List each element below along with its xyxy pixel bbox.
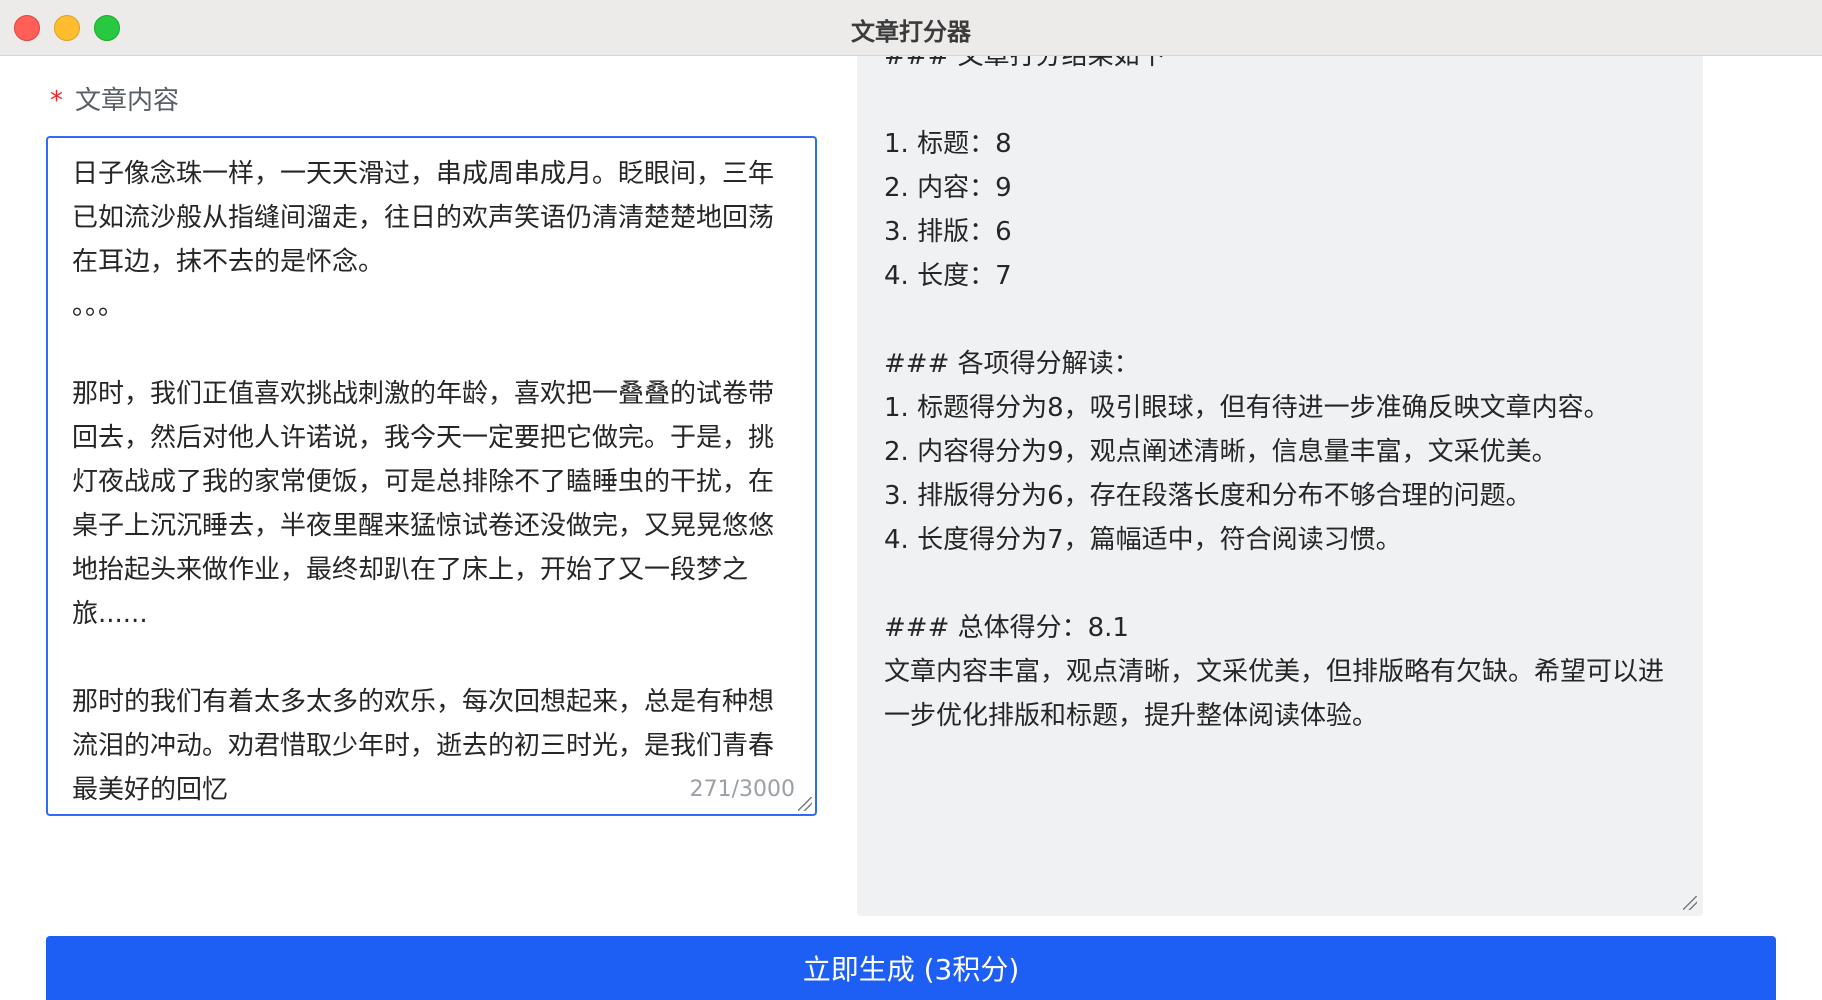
result-output-panel[interactable]: ### 文章打分结果如下 1. 标题：8 2. 内容：9 3. 排版：6 4. … <box>857 56 1703 916</box>
article-text[interactable]: 日子像念珠一样，一天天滑过，串成周串成月。眨眼间，三年已如流沙般从指缝间溜走，往… <box>72 152 791 812</box>
required-marker: * <box>50 86 63 116</box>
generate-button[interactable]: 立即生成 (3积分) <box>46 936 1776 1000</box>
app-window: 文章打分器 * 文章内容 日子像念珠一样，一天天滑过，串成周串成月。眨眼间，三年已… <box>0 0 1822 1000</box>
resize-handle-icon[interactable] <box>1683 896 1697 910</box>
char-counter: 271/3000 <box>689 777 795 802</box>
result-text: ### 文章打分结果如下 1. 标题：8 2. 内容：9 3. 排版：6 4. … <box>884 56 1665 731</box>
article-content-label: * 文章内容 <box>50 80 179 117</box>
article-textarea[interactable]: 日子像念珠一样，一天天滑过，串成周串成月。眨眼间，三年已如流沙般从指缝间溜走，往… <box>46 136 817 816</box>
resize-handle-icon[interactable] <box>798 797 812 811</box>
title-bar: 文章打分器 <box>0 0 1822 56</box>
window-title: 文章打分器 <box>851 18 971 46</box>
article-content-label-text: 文章内容 <box>75 86 180 116</box>
